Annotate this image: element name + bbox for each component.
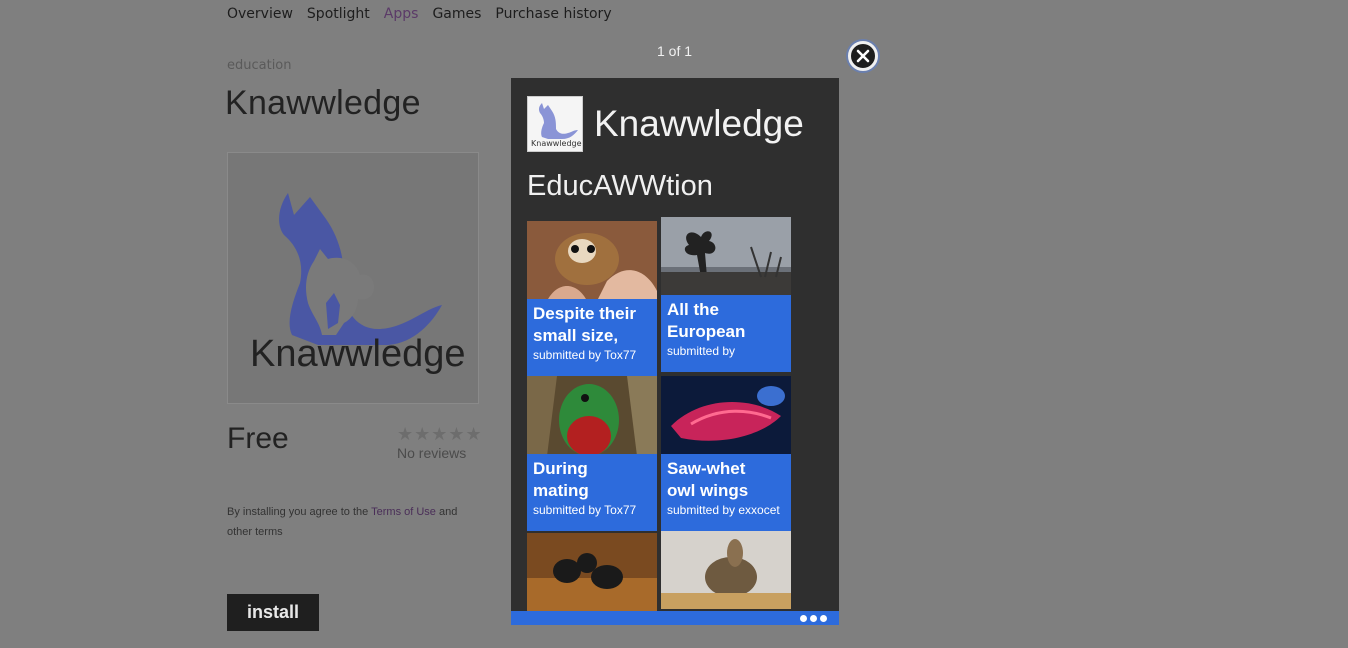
phone-header: Knawwledge Knawwledge — [527, 96, 804, 152]
terms-notice: By installing you agree to the Terms of … — [227, 502, 477, 542]
tile-photo — [527, 533, 657, 611]
tile-caption: Despite their small size, submitted by T… — [527, 299, 657, 376]
nav-spotlight[interactable]: Spotlight — [307, 6, 370, 22]
tile-submitter: submitted by — [667, 344, 736, 358]
tile-photo — [661, 531, 791, 609]
nav-purchase-history[interactable]: Purchase history — [495, 6, 611, 22]
tile-title-line1: Saw-whet — [667, 459, 746, 478]
nav-games[interactable]: Games — [432, 6, 481, 22]
tile-caption: Saw-whet owl wings submitted by exxocet — [661, 454, 791, 531]
tile-title-line2: European — [667, 322, 746, 341]
phone-section-title: EducAWWtion — [527, 170, 713, 202]
terms-prefix: By installing you agree to the — [227, 506, 372, 518]
logo-wordmark: Knawwledge — [250, 333, 466, 375]
tile-photo — [527, 221, 657, 301]
tile-photo — [527, 376, 657, 456]
rating-stars: ★★★★★ — [397, 424, 483, 445]
tile-submitter: submitted by exxocet — [667, 503, 780, 517]
tile-title-line2: owl wings — [667, 481, 749, 500]
tile-title-line1: During — [533, 459, 588, 478]
reviews-count: No reviews — [397, 445, 467, 461]
article-tile[interactable]: Despite their small size, submitted by T… — [527, 221, 657, 376]
app-logo: Knawwledge — [227, 152, 479, 404]
tile-submitter: submitted by Tox77 — [533, 503, 637, 517]
close-button[interactable] — [848, 41, 878, 71]
app-title: Knawwledge — [225, 84, 421, 122]
article-tile[interactable] — [527, 533, 657, 611]
article-tile[interactable]: Saw-whet owl wings submitted by exxocet — [661, 376, 791, 531]
nav-apps[interactable]: Apps — [384, 6, 419, 22]
tile-title-line2: small size, — [533, 326, 619, 345]
phone-app-title: Knawwledge — [594, 103, 804, 144]
tile-caption: During mating submitted by Tox77 — [527, 454, 657, 531]
app-price: Free — [227, 422, 289, 455]
phone-logo-wordmark: Knawwledge — [531, 139, 582, 148]
install-button[interactable]: install — [227, 594, 319, 631]
article-tile[interactable]: All the European submitted by — [661, 217, 791, 372]
tile-photo — [661, 376, 791, 456]
tile-title-line1: Despite their — [533, 304, 636, 323]
tile-caption: All the European submitted by — [661, 295, 791, 372]
top-nav: Overview Spotlight Apps Games Purchase h… — [227, 6, 612, 22]
tile-title-line1: All the — [667, 300, 719, 319]
tile-submitter: submitted by Tox77 — [533, 348, 637, 362]
article-tile[interactable] — [661, 531, 791, 609]
tile-title-line2: mating — [533, 481, 589, 500]
tile-photo — [661, 217, 791, 297]
app-bar — [511, 611, 839, 625]
more-options-icon[interactable] — [800, 615, 827, 622]
terms-of-use-link[interactable]: Terms of Use — [371, 506, 436, 518]
phone-app-logo: Knawwledge — [527, 96, 583, 152]
screenshot-counter: 1 of 1 — [657, 43, 693, 59]
screenshot-viewer: Knawwledge Knawwledge EducAWWtion Despit… — [511, 78, 839, 625]
close-icon — [856, 49, 870, 63]
article-tile[interactable]: During mating submitted by Tox77 — [527, 376, 657, 531]
app-category: education — [227, 58, 292, 73]
nav-overview[interactable]: Overview — [227, 6, 293, 22]
